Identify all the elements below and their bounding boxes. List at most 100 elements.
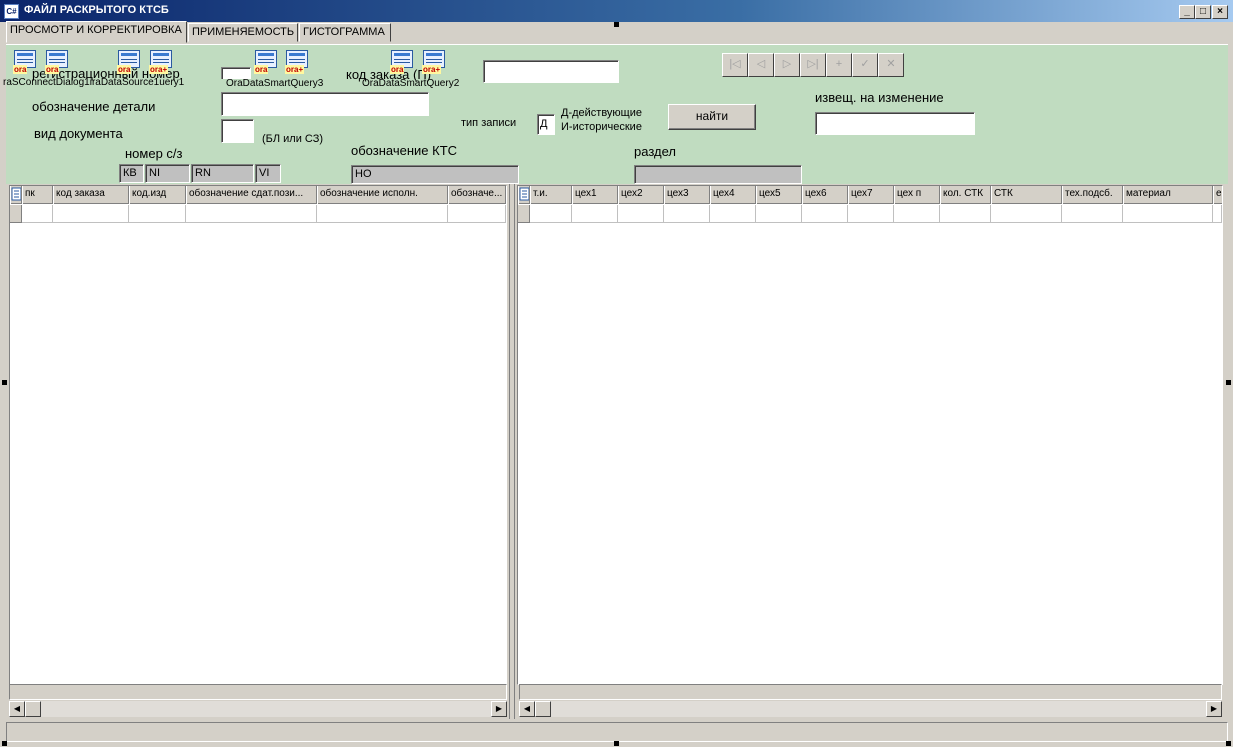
row-indicator[interactable]	[518, 205, 530, 223]
record-type-option-active: Д-действующие	[561, 107, 642, 119]
col-order-code[interactable]: код заказа	[53, 186, 129, 204]
table-cell[interactable]	[53, 205, 129, 223]
section-field[interactable]	[634, 165, 802, 184]
reg-number-field[interactable]	[221, 67, 251, 79]
tab-applicability[interactable]: ПРИМЕНЯЕМОСТЬ	[188, 23, 298, 42]
col-pk[interactable]: пк	[22, 186, 53, 204]
col-e[interactable]: е	[1213, 186, 1222, 204]
ora-connect-dialog-icon[interactable]: ora	[44, 49, 70, 75]
title-bar[interactable]: C# ФАЙЛ РАСКРЫТОГО КТСБ _ □ ×	[0, 0, 1233, 22]
resize-handle-top[interactable]	[614, 22, 619, 27]
table-cell[interactable]	[802, 205, 848, 223]
ora-query2-icon[interactable]: ora+	[421, 49, 447, 75]
scroll-thumb[interactable]	[25, 701, 41, 717]
sz-part-ni[interactable]: NI	[145, 164, 190, 183]
col-product-code[interactable]: код.изд	[129, 186, 186, 204]
minimize-button[interactable]: _	[1179, 5, 1195, 19]
col-shop5[interactable]: цех5	[756, 186, 802, 204]
detail-label: обозначение детали	[32, 99, 156, 114]
nav-post-button[interactable]: ✓	[852, 53, 878, 77]
table-cell[interactable]	[22, 205, 53, 223]
scroll-left-button[interactable]: ◀	[9, 701, 25, 717]
record-type-field[interactable]: Д	[537, 114, 555, 135]
table-cell[interactable]	[848, 205, 894, 223]
col-ti[interactable]: т.и.	[530, 186, 572, 204]
col-position-designation[interactable]: обозначение сдат.пози...	[186, 186, 317, 204]
nav-insert-button[interactable]: +	[826, 53, 852, 77]
grid-settings-icon[interactable]	[10, 186, 22, 204]
col-shop6[interactable]: цех6	[802, 186, 848, 204]
col-stk[interactable]: СТК	[991, 186, 1062, 204]
nav-last-button[interactable]: ▷|	[800, 53, 826, 77]
ora-datasource2-icon[interactable]: ora	[389, 49, 415, 75]
ora-session-icon[interactable]: ora	[12, 49, 38, 75]
col-shop3[interactable]: цех3	[664, 186, 710, 204]
sz-part-rn[interactable]: RN	[191, 164, 254, 183]
ora-query1-icon[interactable]: ora+	[148, 49, 174, 75]
scroll-left-button[interactable]: ◀	[519, 701, 535, 717]
table-cell[interactable]	[618, 205, 664, 223]
left-grid[interactable]: пк код заказа код.изд обозначение сдат.п…	[9, 185, 507, 685]
table-cell[interactable]	[1123, 205, 1213, 223]
order-code-field[interactable]	[483, 60, 619, 83]
sz-part-kv[interactable]: КВ	[119, 164, 144, 183]
right-horizontal-scrollbar[interactable]: ◀ ▶	[519, 700, 1222, 717]
table-cell[interactable]	[1062, 205, 1123, 223]
table-cell[interactable]	[186, 205, 317, 223]
table-cell[interactable]	[572, 205, 618, 223]
resize-handle-bottom-right[interactable]	[1226, 741, 1231, 746]
table-cell[interactable]	[991, 205, 1062, 223]
right-grid[interactable]: т.и. цех1 цех2 цех3 цех4 цех5 цех6 цех7 …	[517, 185, 1223, 685]
col-shop2[interactable]: цех2	[618, 186, 664, 204]
nav-first-button[interactable]: |◁	[722, 53, 748, 77]
nav-prior-button[interactable]: ◁	[748, 53, 774, 77]
scroll-thumb[interactable]	[535, 701, 551, 717]
table-cell[interactable]	[530, 205, 572, 223]
sz-part-vi[interactable]: VI	[255, 164, 281, 183]
table-cell[interactable]	[1213, 205, 1222, 223]
tab-histogram[interactable]: ГИСТОГРАММА	[299, 23, 391, 42]
table-cell[interactable]	[664, 205, 710, 223]
nav-cancel-button[interactable]: ✕	[878, 53, 904, 77]
ora-query3-icon[interactable]: ora+	[284, 49, 310, 75]
col-shop1[interactable]: цех1	[572, 186, 618, 204]
scroll-right-button[interactable]: ▶	[1206, 701, 1222, 717]
col-shop-n[interactable]: цех п	[894, 186, 940, 204]
table-cell[interactable]	[940, 205, 991, 223]
resize-handle-bottom-left[interactable]	[2, 741, 7, 746]
tab-view-edit[interactable]: ПРОСМОТР И КОРРЕКТИРОВКА	[6, 21, 187, 43]
col-shop7[interactable]: цех7	[848, 186, 894, 204]
components-caption-right: OraDataSmartQuery2	[362, 78, 460, 89]
col-tech-subassembly[interactable]: тех.подсб.	[1062, 186, 1123, 204]
col-execution-designation[interactable]: обозначение исполн.	[317, 186, 448, 204]
ora-datasource3-icon[interactable]: ora	[253, 49, 279, 75]
col-material[interactable]: материал	[1123, 186, 1213, 204]
table-cell[interactable]	[756, 205, 802, 223]
notice-field[interactable]	[815, 112, 975, 135]
resize-handle-left[interactable]	[2, 380, 7, 385]
col-qty-stk[interactable]: кол. СТК	[940, 186, 991, 204]
ora-datasource-icon[interactable]: ora	[116, 49, 142, 75]
table-cell[interactable]	[129, 205, 186, 223]
left-horizontal-scrollbar[interactable]: ◀ ▶	[9, 700, 507, 717]
nav-next-button[interactable]: ▷	[774, 53, 800, 77]
kts-field[interactable]: НО	[351, 165, 519, 184]
resize-handle-right[interactable]	[1226, 380, 1231, 385]
app-icon[interactable]: C#	[4, 4, 19, 19]
table-cell[interactable]	[894, 205, 940, 223]
resize-handle-bottom[interactable]	[614, 741, 619, 746]
grid-settings-icon[interactable]	[518, 186, 530, 204]
detail-field[interactable]	[221, 92, 429, 116]
find-button[interactable]: найти	[668, 104, 756, 130]
col-designation[interactable]: обозначе...	[448, 186, 506, 204]
table-cell[interactable]	[710, 205, 756, 223]
scroll-right-button[interactable]: ▶	[491, 701, 507, 717]
row-indicator[interactable]	[10, 205, 22, 223]
table-cell[interactable]	[317, 205, 448, 223]
splitter[interactable]	[507, 184, 517, 719]
close-button[interactable]: ×	[1212, 5, 1228, 19]
doc-type-field[interactable]	[221, 119, 254, 143]
maximize-button[interactable]: □	[1195, 5, 1211, 19]
table-cell[interactable]	[448, 205, 506, 223]
col-shop4[interactable]: цех4	[710, 186, 756, 204]
